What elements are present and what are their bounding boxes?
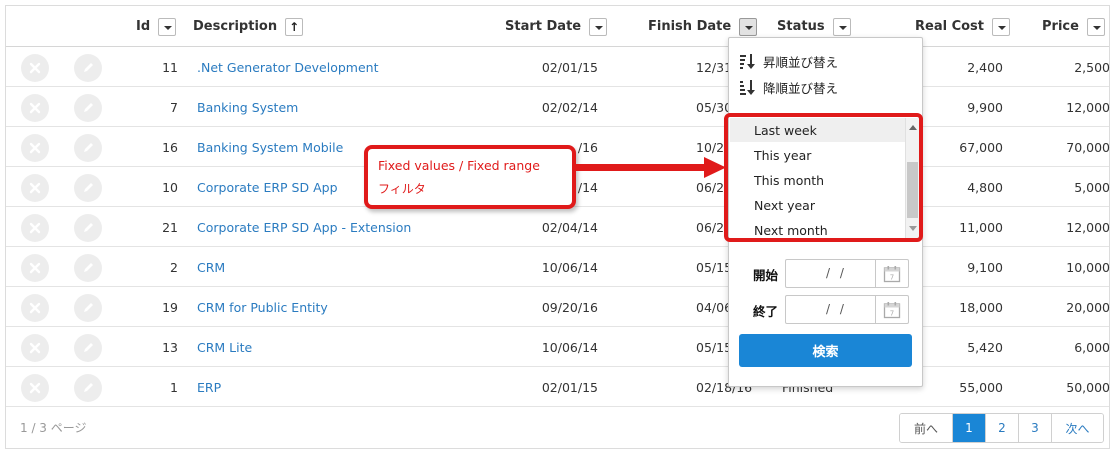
annotation-arrow [576,157,726,178]
cell-description-link[interactable]: CRM [197,247,225,287]
status-filter-dropdown-button[interactable] [832,17,851,36]
column-header-real-cost[interactable]: Real Cost [915,6,1011,47]
annotation-callout: Fixed values / Fixed range フィルタ [364,145,576,209]
delete-row-icon[interactable] [21,134,49,162]
table-row[interactable]: 2 CRM 10/06/14 05/15/9,100 10,000 [6,247,1110,287]
page-button-1[interactable]: 1 [952,414,985,442]
table-row[interactable]: 13 CRM Lite 10/06/14 05/15/5,420 6,000 [6,327,1110,367]
edit-row-icon[interactable] [74,214,102,242]
delete-row-icon[interactable] [21,334,49,362]
delete-row-icon[interactable] [21,294,49,322]
next-page-button[interactable]: 次へ [1051,414,1103,442]
cell-id: 19 [162,299,178,315]
edit-row-icon[interactable] [74,334,102,362]
cell-description-link[interactable]: Corporate ERP SD App - Extension [197,207,411,247]
cell-start-date: 10/06/14 [541,259,598,275]
annotation-highlight-box [724,113,923,242]
delete-row-icon[interactable] [21,174,49,202]
real-cost-filter-dropdown-button[interactable] [992,17,1011,36]
cell-start-date: 02/01/15 [541,379,598,395]
finish-date-filter-menu: 昇順並び替え 降順並び替え Last week This year This m… [724,37,923,387]
delete-row-icon[interactable] [21,374,49,402]
calendar-icon[interactable]: 7 [875,296,908,323]
sort-ascending-item[interactable]: 昇順並び替え [739,51,838,71]
cell-description-link[interactable]: Banking System [197,87,298,127]
cell-price: 70,000 [1066,139,1110,155]
cell-id: 13 [162,339,178,355]
edit-row-icon[interactable] [74,174,102,202]
cell-description-link[interactable]: CRM for Public Entity [197,287,328,327]
cell-price: 5,000 [1074,179,1110,195]
grid-footer: 1 / 3 ページ 前へ 1 2 3 次へ [6,407,1109,448]
svg-text:7: 7 [890,273,894,281]
start-date-filter-dropdown-button[interactable] [589,17,608,36]
start-date-label: 開始 [753,268,779,283]
cell-price: 50,000 [1066,379,1110,395]
column-header-price[interactable]: Price [1042,6,1105,47]
cell-price: 20,000 [1066,299,1110,315]
cell-id: 1 [170,379,178,395]
arrow-up-icon[interactable]: ↑ [285,17,304,36]
cell-price: 2,500 [1074,59,1110,75]
sort-descending-icon [739,79,757,95]
sort-descending-item[interactable]: 降順並び替え [739,77,838,97]
edit-row-icon[interactable] [74,134,102,162]
cell-price: 12,000 [1066,219,1110,235]
column-header-description[interactable]: Description ↑ [193,6,304,47]
cell-start-date: 02/02/14 [541,99,598,115]
delete-row-icon[interactable] [21,94,49,122]
cell-price: 10,000 [1066,259,1110,275]
cell-price: 12,000 [1066,99,1110,115]
delete-row-icon[interactable] [21,214,49,242]
cell-start-date: 10/06/14 [541,339,598,355]
column-header-start-date[interactable]: Start Date [505,6,608,47]
search-button[interactable]: 検索 [739,334,912,367]
table-row[interactable]: 7 Banking System 02/02/14 05/30/9,900 12,000 [6,87,1110,127]
start-date-field[interactable]: / / 7 [785,259,909,288]
prev-page-button[interactable]: 前へ [900,414,952,442]
cell-id: 21 [162,219,178,235]
edit-row-icon[interactable] [74,54,102,82]
id-filter-dropdown-button[interactable] [158,17,177,36]
table-row[interactable]: 21 Corporate ERP SD App - Extension 02/04/… [6,207,1110,247]
table-row[interactable]: 11 .Net Generator Development 02/01/15 12/3… [6,47,1110,87]
svg-text:7: 7 [890,309,894,317]
column-header-id[interactable]: Id [136,6,177,47]
cell-description-link[interactable]: ERP [197,367,221,407]
edit-row-icon[interactable] [74,374,102,402]
cell-start-date: 02/01/15 [541,59,598,75]
edit-row-icon[interactable] [74,94,102,122]
cell-id: 16 [162,139,178,155]
cell-start-date: 02/04/14 [541,219,598,235]
page-button-3[interactable]: 3 [1018,414,1051,442]
page-info: 1 / 3 ページ [20,421,87,435]
sort-ascending-icon [739,53,757,69]
data-grid: Id Description ↑ Start Date Finish Date … [5,5,1110,449]
edit-row-icon[interactable] [74,254,102,282]
cell-description-link[interactable]: Banking System Mobile [197,127,343,167]
cell-start-date: 09/20/16 [541,299,598,315]
edit-row-icon[interactable] [74,294,102,322]
cell-description-link[interactable]: .Net Generator Development [197,47,379,87]
cell-id: 10 [162,179,178,195]
end-date-field[interactable]: / / 7 [785,295,909,324]
grid-header: Id Description ↑ Start Date Finish Date … [6,6,1109,47]
finish-date-filter-dropdown-button[interactable] [739,17,758,36]
delete-row-icon[interactable] [21,254,49,282]
end-date-label: 終了 [753,304,779,319]
cell-description-link[interactable]: Corporate ERP SD App [197,167,338,207]
table-row[interactable]: 19 CRM for Public Entity 09/20/16 04/06/18,… [6,287,1110,327]
table-row[interactable]: 1 ERP 02/01/15 02/18/16 Finished 55,000 50,000 [6,367,1110,407]
cell-price: 6,000 [1074,339,1110,355]
calendar-icon[interactable]: 7 [875,260,908,287]
cell-description-link[interactable]: CRM Lite [197,327,252,367]
delete-row-icon[interactable] [21,54,49,82]
price-filter-dropdown-button[interactable] [1086,17,1105,36]
pagination: 前へ 1 2 3 次へ [899,413,1104,443]
cell-id: 7 [170,99,178,115]
page-button-2[interactable]: 2 [985,414,1018,442]
cell-id: 2 [170,259,178,275]
cell-id: 11 [162,59,178,75]
